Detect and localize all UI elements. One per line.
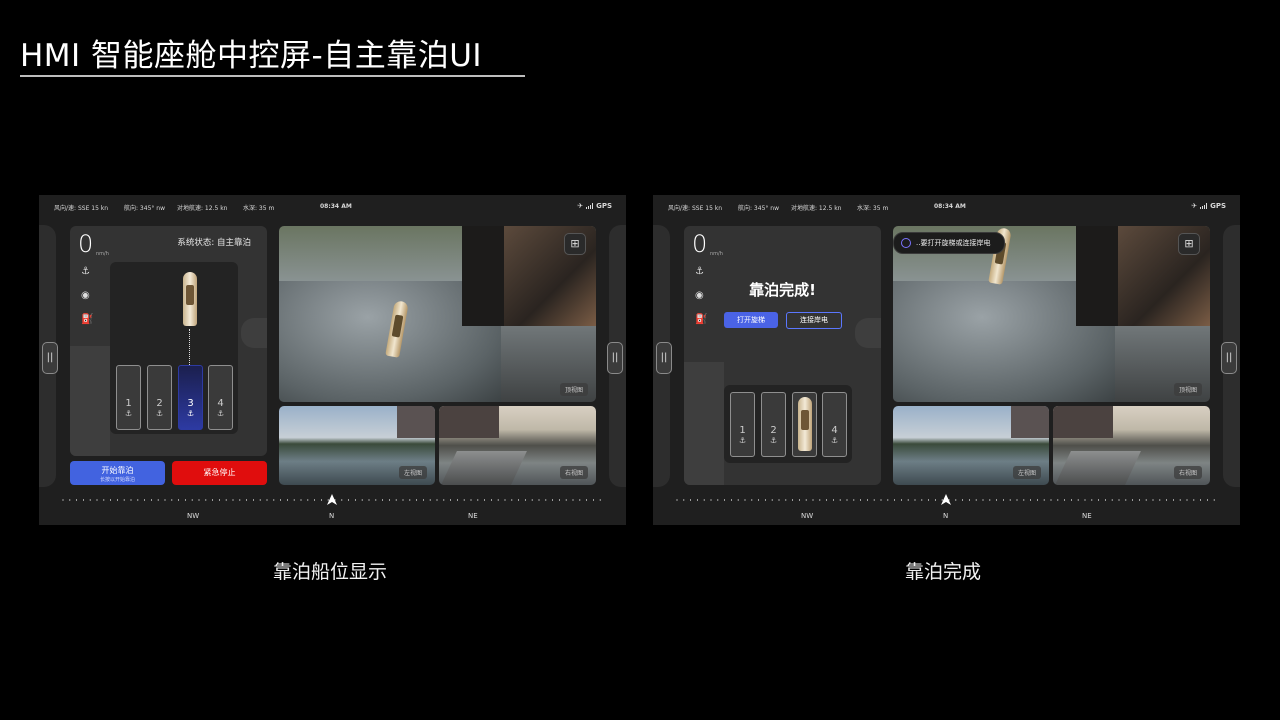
camera-label-top: 顶视图 — [1173, 383, 1202, 396]
pier-shape — [241, 318, 267, 348]
pier-shape — [855, 318, 881, 348]
system-status: 系统状态: 自主靠泊 — [177, 238, 251, 248]
right-view-camera[interactable]: 右视图 — [439, 406, 596, 485]
depth-readout: 水深: 35 m — [243, 205, 275, 212]
wind-readout: 风向/速: SSE 15 kn — [668, 205, 723, 212]
deck — [1055, 451, 1141, 485]
voice-assistant-icon — [901, 238, 911, 248]
berth-complete-card: 0 nm/h ⚓ ◉ ⛽ 靠泊完成! 打开旋梯 连接岸电 1 ⚓ 2 ⚓ 4 ⚓ — [684, 226, 881, 485]
berth-slot-1[interactable]: 1 ⚓ — [730, 392, 755, 457]
heading-readout: 航向: 345° nw — [738, 205, 779, 212]
title-underline — [20, 75, 525, 77]
berth-slot-2[interactable]: 2 ⚓ — [761, 392, 786, 457]
camera-label-right: 右视图 — [559, 466, 588, 479]
berth-slot-2[interactable]: 2 ⚓ — [147, 365, 172, 430]
page-title: HMI 智能座舱中控屏-自主靠泊UI — [20, 38, 483, 74]
speed-unit: nm/h — [96, 251, 109, 257]
dock-shape — [684, 362, 724, 485]
berth-slot-4[interactable]: 4 ⚓ — [208, 365, 233, 430]
signal-icon — [586, 203, 594, 209]
anchor-icon: ⚓ — [830, 436, 839, 445]
left-view-camera[interactable]: 左视图 — [893, 406, 1049, 485]
anchor-icon: ⚓ — [769, 436, 778, 445]
signal-icon — [1200, 203, 1208, 209]
satellite-icon: ✈ — [1191, 202, 1198, 210]
screen-berth-complete: 风向/速: SSE 15 kn 航向: 345° nw 对地航速: 12.5 k… — [653, 195, 1240, 525]
building — [1053, 406, 1113, 438]
camera-label-top: 顶视图 — [559, 383, 588, 396]
clock: 08:34 AM — [320, 203, 352, 210]
berth-control-card: 0 nm/h 系统状态: 自主靠泊 ⚓ ◉ ⛽ 1 ⚓ 2 ⚓ 3 ⚓ 4 ⚓ — [70, 226, 267, 456]
right-view-camera[interactable]: 右视图 — [1053, 406, 1210, 485]
speed-value: 0 — [692, 230, 708, 258]
speed-unit: nm/h — [710, 251, 723, 257]
compass-strip[interactable]: NW N NE — [39, 491, 626, 525]
depth-readout: 水深: 35 m — [857, 205, 889, 212]
start-docking-button[interactable]: 开始靠泊 长按以开始靠泊 — [70, 461, 165, 485]
anchor-icon: ⚓ — [186, 409, 195, 418]
fuel-icon[interactable]: ⛽ — [695, 314, 707, 325]
status-bar: 风向/速: SSE 15 kn 航向: 345° nw 对地航速: 12.5 k… — [39, 195, 626, 217]
berth-slot-3[interactable] — [792, 392, 817, 457]
heading-readout: 航向: 345° nw — [124, 205, 165, 212]
docking-complete-title: 靠泊完成! — [749, 281, 816, 299]
wind-readout: 风向/速: SSE 15 kn — [54, 205, 109, 212]
compass-strip[interactable]: NW N NE — [653, 491, 1240, 525]
pause-handle-icon-right[interactable]: || — [607, 342, 623, 374]
gps-indicator: ✈ GPS — [577, 202, 612, 210]
anchor-icon: ⚓ — [124, 409, 133, 418]
shore-power-button[interactable]: 连接岸电 — [786, 312, 842, 329]
camera-switch-icon[interactable]: ⊞ — [564, 233, 586, 255]
berth-slot-3[interactable]: 3 ⚓ — [178, 365, 203, 430]
clock: 08:34 AM — [934, 203, 966, 210]
pause-handle-icon-left[interactable]: || — [656, 342, 672, 374]
speed-value: 0 — [78, 230, 94, 258]
camera-label-left: 左视图 — [398, 466, 427, 479]
camera-icon[interactable]: ◉ — [81, 290, 90, 301]
berth-slot-1[interactable]: 1 ⚓ — [116, 365, 141, 430]
emergency-stop-button[interactable]: 紧急停止 — [172, 461, 267, 485]
anchor-icon: ⚓ — [216, 409, 225, 418]
top-view-camera[interactable]: ⊞ 顶视图 — [279, 226, 596, 402]
berth-slot-4[interactable]: 4 ⚓ — [822, 392, 847, 457]
gps-indicator: ✈ GPS — [1191, 202, 1226, 210]
camera-label-right: 右视图 — [1173, 466, 1202, 479]
caption-berth-complete: 靠泊完成 — [905, 561, 982, 583]
pause-handle-icon-right[interactable]: || — [1221, 342, 1237, 374]
compass-n: N — [943, 512, 949, 520]
building — [397, 406, 435, 438]
left-view-camera[interactable]: 左视图 — [279, 406, 435, 485]
anchor-icon[interactable]: ⚓ — [81, 266, 90, 277]
compass-n: N — [329, 512, 335, 520]
sog-readout: 对地航速: 12.5 kn — [791, 205, 842, 212]
screen-berth-position: 风向/速: SSE 15 kn 航向: 345° nw 对地航速: 12.5 k… — [39, 195, 626, 525]
pause-handle-icon-left[interactable]: || — [42, 342, 58, 374]
gps-label: GPS — [596, 202, 612, 210]
camera-label-left: 左视图 — [1012, 466, 1041, 479]
anchor-icon: ⚓ — [155, 409, 164, 418]
compass-ne: NE — [1082, 512, 1092, 520]
action-prompt-toast[interactable]: ..要打开旋梯或连接岸电 — [893, 232, 1005, 254]
gps-label: GPS — [1210, 202, 1226, 210]
sog-readout: 对地航速: 12.5 kn — [177, 205, 228, 212]
status-bar: 风向/速: SSE 15 kn 航向: 345° nw 对地航速: 12.5 k… — [653, 195, 1240, 217]
dock-shape — [70, 346, 110, 456]
vessel-icon — [798, 397, 812, 451]
building — [439, 406, 499, 438]
compass-ne: NE — [468, 512, 478, 520]
anchor-icon[interactable]: ⚓ — [695, 266, 704, 277]
camera-switch-icon[interactable]: ⊞ — [1178, 233, 1200, 255]
compass-nw: NW — [801, 512, 814, 520]
anchor-icon: ⚓ — [738, 436, 747, 445]
caption-berth-position: 靠泊船位显示 — [273, 561, 388, 583]
fuel-icon[interactable]: ⛽ — [81, 314, 93, 325]
vessel-icon — [183, 272, 197, 326]
open-ladder-button[interactable]: 打开旋梯 — [724, 312, 778, 328]
compass-nw: NW — [187, 512, 200, 520]
satellite-icon: ✈ — [577, 202, 584, 210]
building — [1011, 406, 1049, 438]
deck — [441, 451, 527, 485]
